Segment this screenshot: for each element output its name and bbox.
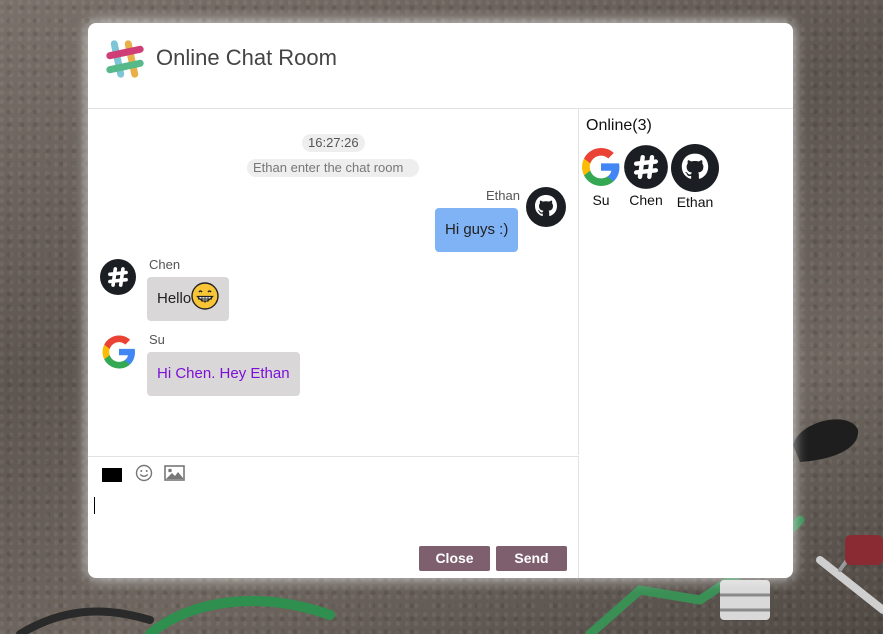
message-bubble: Hello bbox=[147, 277, 230, 321]
sender-name: Chen bbox=[149, 257, 181, 272]
slack-icon bbox=[624, 145, 668, 189]
grinning-face-emoji bbox=[191, 282, 219, 310]
online-user-name: Ethan bbox=[676, 194, 714, 210]
page-title: Online Chat Room bbox=[156, 45, 337, 70]
online-user[interactable]: Su bbox=[576, 144, 626, 208]
github-icon bbox=[671, 144, 719, 192]
close-button[interactable]: Close bbox=[419, 546, 490, 571]
chat-window: Online Chat Room 16:27:26 Ethan enter th… bbox=[88, 23, 793, 578]
message-text: Hello bbox=[157, 290, 192, 307]
compose-area: Close Send bbox=[88, 456, 579, 578]
system-notice: Ethan enter the chat room bbox=[247, 159, 420, 177]
send-button[interactable]: Send bbox=[496, 546, 567, 571]
message-input[interactable] bbox=[94, 497, 95, 514]
text-color-picker[interactable] bbox=[102, 468, 122, 482]
online-user-name: Su bbox=[592, 192, 610, 208]
google-icon bbox=[102, 335, 135, 369]
online-user-name: Chen bbox=[629, 192, 663, 208]
sender-name: Ethan bbox=[486, 188, 520, 203]
online-users-panel: Online(3) Su Chen Ethan bbox=[579, 109, 793, 578]
timestamp: 16:27:26 bbox=[302, 134, 365, 152]
online-count-title: Online(3) bbox=[586, 117, 652, 134]
smiley-icon[interactable] bbox=[135, 464, 153, 482]
message-bubble: Hi Chen. Hey Ethan bbox=[147, 352, 300, 396]
header: Online Chat Room bbox=[88, 23, 793, 109]
slack-icon bbox=[106, 40, 144, 78]
message-bubble: Hi guys :) bbox=[435, 208, 519, 252]
online-user[interactable]: Chen bbox=[621, 144, 671, 208]
message-list: 16:27:26 Ethan enter the chat room Ethan… bbox=[88, 109, 579, 455]
github-icon bbox=[526, 187, 566, 227]
google-icon bbox=[582, 148, 620, 186]
sender-name: Su bbox=[149, 332, 165, 347]
slack-icon bbox=[100, 259, 136, 295]
online-user[interactable]: Ethan bbox=[670, 144, 720, 210]
image-icon[interactable] bbox=[164, 464, 185, 482]
